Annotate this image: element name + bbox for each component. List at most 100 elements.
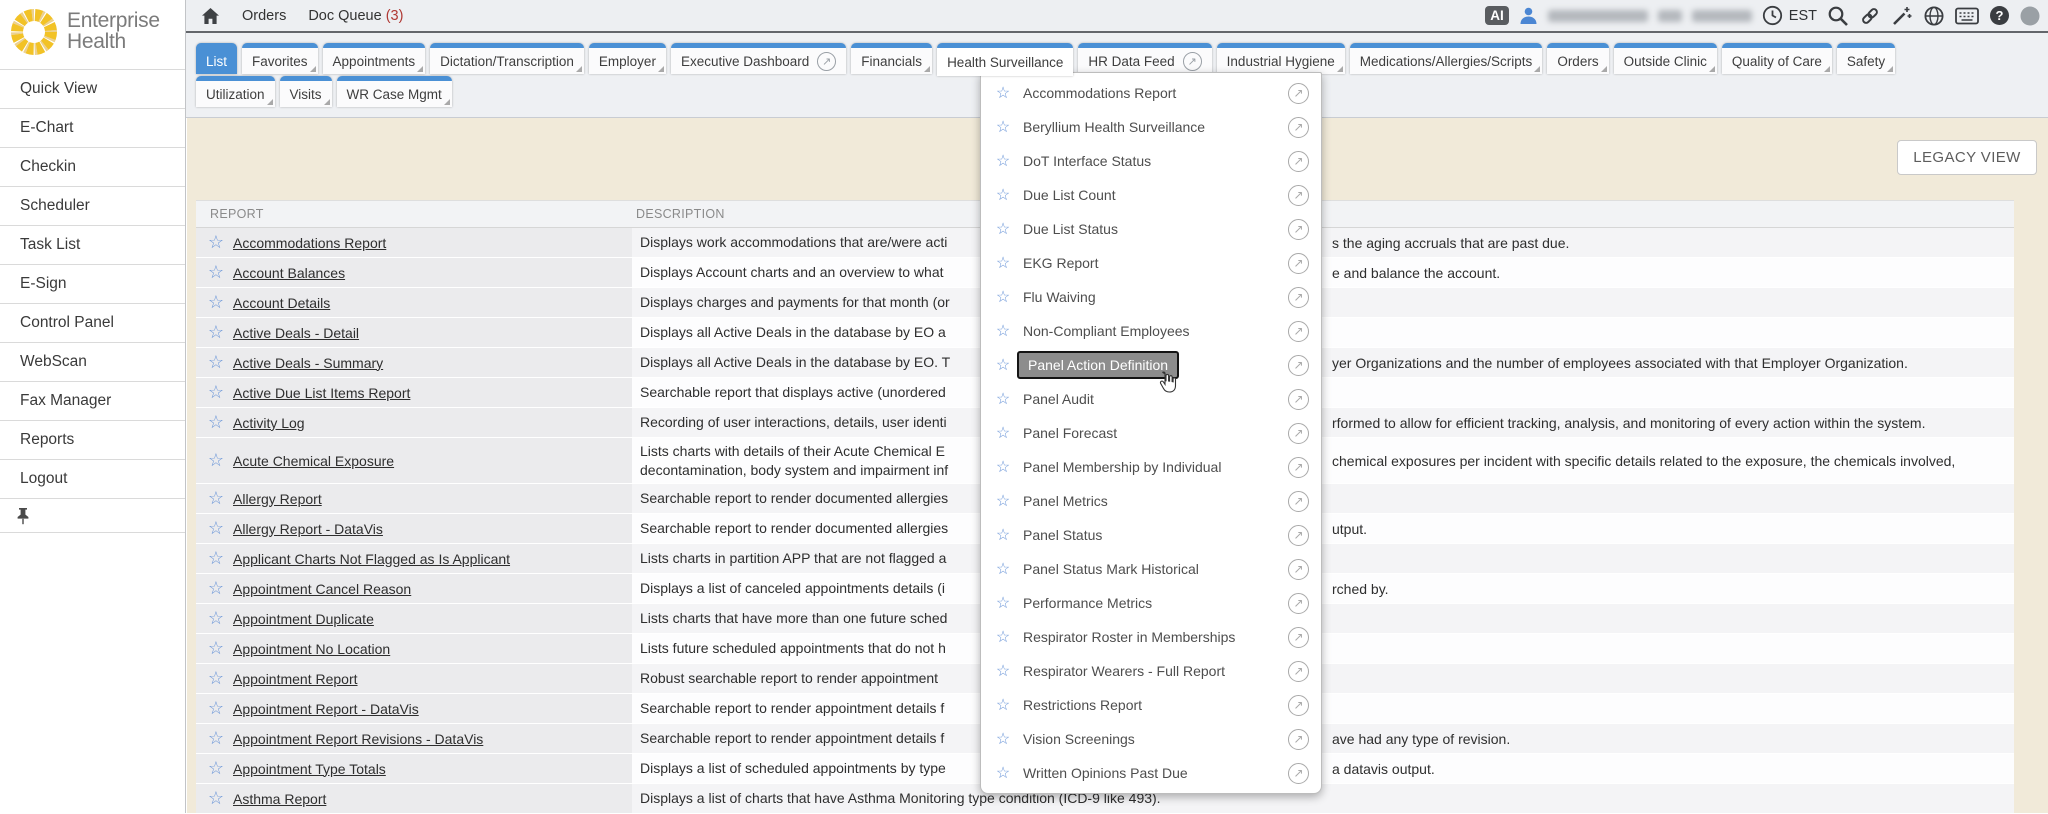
report-link[interactable]: Active Deals - Detail	[233, 325, 359, 341]
sidebar-item[interactable]: WebScan	[0, 343, 185, 382]
report-link[interactable]: Allergy Report - DataVis	[233, 521, 383, 537]
dropdown-menu-item[interactable]: ☆ Flu Waiving ↗	[981, 280, 1321, 314]
sidebar-item[interactable]: Scheduler	[0, 187, 185, 226]
dropdown-menu-item[interactable]: ☆ Performance Metrics ↗	[981, 586, 1321, 620]
tab-industrial-hygiene[interactable]: Industrial Hygiene	[1217, 43, 1345, 74]
open-in-new-icon[interactable]: ↗	[1288, 695, 1309, 716]
tab-executive-dashboard[interactable]: Executive Dashboard ↗	[671, 43, 846, 74]
favorite-star-icon[interactable]: ☆	[993, 627, 1013, 647]
dropdown-menu-item[interactable]: ☆ Panel Status ↗	[981, 518, 1321, 552]
orders-link[interactable]: Orders	[242, 8, 286, 24]
open-in-new-icon[interactable]: ↗	[1288, 355, 1309, 376]
favorite-star-icon[interactable]: ☆	[993, 491, 1013, 511]
dropdown-menu-item[interactable]: ☆ Due List Status ↗	[981, 212, 1321, 246]
open-in-new-icon[interactable]: ↗	[1288, 593, 1309, 614]
dropdown-menu-item[interactable]: ☆ Panel Status Mark Historical ↗	[981, 552, 1321, 586]
favorite-star-icon[interactable]: ☆	[993, 287, 1013, 307]
report-link[interactable]: Appointment Duplicate	[233, 611, 374, 627]
favorite-star-icon[interactable]: ☆	[993, 593, 1013, 613]
open-in-new-icon[interactable]: ↗	[1288, 729, 1309, 750]
favorite-star-icon[interactable]: ☆	[205, 548, 227, 569]
open-in-new-icon[interactable]: ↗	[1288, 151, 1309, 172]
open-in-new-icon[interactable]: ↗	[1288, 627, 1309, 648]
favorite-star-icon[interactable]: ☆	[993, 117, 1013, 137]
favorite-star-icon[interactable]: ☆	[205, 608, 227, 629]
tab-outside-clinic[interactable]: Outside Clinic	[1614, 43, 1717, 74]
sidebar-item[interactable]: Task List	[0, 226, 185, 265]
favorite-star-icon[interactable]: ☆	[993, 355, 1013, 375]
report-link[interactable]: Acute Chemical Exposure	[233, 453, 394, 469]
dropdown-menu-item[interactable]: ☆ EKG Report ↗	[981, 246, 1321, 280]
dropdown-menu-item[interactable]: ☆ Panel Membership by Individual ↗	[981, 450, 1321, 484]
sidebar-item[interactable]: Reports	[0, 421, 185, 460]
open-in-new-icon[interactable]: ↗	[1288, 117, 1309, 138]
tab-quality-of-care[interactable]: Quality of Care	[1722, 43, 1832, 74]
favorite-star-icon[interactable]: ☆	[205, 758, 227, 779]
favorite-star-icon[interactable]: ☆	[205, 518, 227, 539]
sidebar-item[interactable]: Fax Manager	[0, 382, 185, 421]
tab-health-surveillance[interactable]: Health Surveillance	[937, 43, 1073, 76]
favorite-star-icon[interactable]: ☆	[205, 638, 227, 659]
dropdown-menu-item[interactable]: ☆ DoT Interface Status ↗	[981, 144, 1321, 178]
dropdown-menu-item[interactable]: ☆ Panel Metrics ↗	[981, 484, 1321, 518]
open-in-new-icon[interactable]: ↗	[1288, 763, 1309, 784]
open-in-new-icon[interactable]: ↗	[1288, 287, 1309, 308]
favorite-star-icon[interactable]: ☆	[993, 219, 1013, 239]
dropdown-menu-item[interactable]: ☆ Restrictions Report ↗	[981, 688, 1321, 722]
report-link[interactable]: Account Balances	[233, 265, 345, 281]
doc-queue-link[interactable]: Doc Queue(3)	[308, 8, 403, 24]
open-in-new-icon[interactable]: ↗	[1288, 423, 1309, 444]
tab-favorites[interactable]: Favorites	[242, 43, 318, 74]
report-link[interactable]: Account Details	[233, 295, 330, 311]
dropdown-menu-item[interactable]: ☆ Beryllium Health Surveillance ↗	[981, 110, 1321, 144]
open-in-new-icon[interactable]: ↗	[1288, 661, 1309, 682]
tab-dictation-transcription[interactable]: Dictation/Transcription	[430, 43, 584, 74]
open-in-new-icon[interactable]: ↗	[1288, 83, 1309, 104]
keyboard-icon[interactable]	[1955, 7, 1979, 25]
open-in-new-icon[interactable]: ↗	[1288, 219, 1309, 240]
favorite-star-icon[interactable]: ☆	[205, 292, 227, 313]
report-link[interactable]: Applicant Charts Not Flagged as Is Appli…	[233, 551, 510, 567]
favorite-star-icon[interactable]: ☆	[205, 788, 227, 809]
link-icon[interactable]	[1859, 5, 1881, 27]
favorite-star-icon[interactable]: ☆	[205, 412, 227, 433]
favorite-star-icon[interactable]: ☆	[205, 262, 227, 283]
clock-icon[interactable]	[1762, 5, 1783, 26]
favorite-star-icon[interactable]: ☆	[993, 185, 1013, 205]
report-link[interactable]: Appointment Cancel Reason	[233, 581, 411, 597]
report-link[interactable]: Accommodations Report	[233, 235, 386, 251]
favorite-star-icon[interactable]: ☆	[993, 423, 1013, 443]
favorite-star-icon[interactable]: ☆	[205, 232, 227, 253]
report-link[interactable]: Appointment Report	[233, 671, 358, 687]
tab-wr-case-mgmt[interactable]: WR Case Mgmt	[337, 76, 452, 107]
tab-medications-allergies-scripts[interactable]: Medications/Allergies/Scripts	[1350, 43, 1543, 74]
tab-appointments[interactable]: Appointments	[323, 43, 426, 74]
dropdown-menu-item[interactable]: ☆ Due List Count ↗	[981, 178, 1321, 212]
legacy-view-button[interactable]: LEGACY VIEW	[1897, 140, 2037, 175]
tab-financials[interactable]: Financials	[851, 43, 932, 74]
favorite-star-icon[interactable]: ☆	[205, 578, 227, 599]
favorite-star-icon[interactable]: ☆	[205, 382, 227, 403]
sidebar-item[interactable]: Control Panel	[0, 304, 185, 343]
sidebar-item[interactable]: Checkin	[0, 148, 185, 187]
dropdown-menu-item[interactable]: ☆ Vision Screenings ↗	[981, 722, 1321, 756]
open-in-new-icon[interactable]: ↗	[1288, 389, 1309, 410]
favorite-star-icon[interactable]: ☆	[993, 83, 1013, 103]
report-link[interactable]: Active Deals - Summary	[233, 355, 383, 371]
dropdown-menu-item[interactable]: ☆ Panel Audit ↗	[981, 382, 1321, 416]
tab-orders[interactable]: Orders	[1547, 43, 1608, 74]
report-link[interactable]: Activity Log	[233, 415, 305, 431]
sidebar-item[interactable]: E-Chart	[0, 109, 185, 148]
favorite-star-icon[interactable]: ☆	[205, 668, 227, 689]
report-link[interactable]: Asthma Report	[233, 791, 326, 807]
favorite-star-icon[interactable]: ☆	[993, 389, 1013, 409]
ai-badge[interactable]: AI	[1485, 6, 1509, 26]
report-link[interactable]: Allergy Report	[233, 491, 322, 507]
open-in-new-icon[interactable]: ↗	[1288, 185, 1309, 206]
favorite-star-icon[interactable]: ☆	[993, 151, 1013, 171]
tab-visits[interactable]: Visits	[280, 76, 332, 107]
help-icon[interactable]: ?	[1989, 5, 2010, 26]
sidebar-item[interactable]: Quick View	[0, 70, 185, 109]
favorite-star-icon[interactable]: ☆	[993, 695, 1013, 715]
avatar-circle[interactable]	[2020, 6, 2040, 26]
